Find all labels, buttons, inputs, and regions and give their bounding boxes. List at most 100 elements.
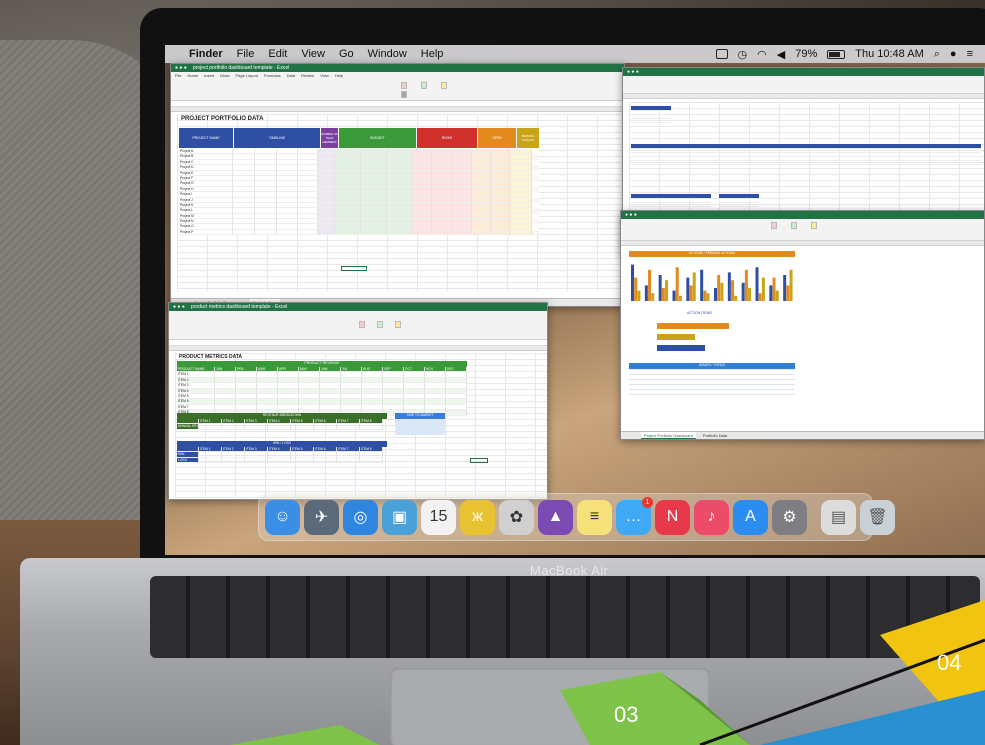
style-neutral[interactable] [441, 82, 447, 89]
value-cell[interactable] [360, 424, 383, 430]
excel-window-metrics[interactable]: ● ● ● product metrics dashboard template… [168, 302, 548, 500]
data-block[interactable] [719, 194, 759, 210]
spotlight-icon[interactable]: ⌕ [934, 48, 940, 61]
ribbon-tab-view[interactable]: View [320, 73, 329, 78]
messages-icon[interactable]: … 1 [616, 496, 653, 535]
siri-icon[interactable]: ● [950, 48, 957, 60]
style-good[interactable] [377, 321, 383, 328]
value-cell[interactable] [314, 424, 337, 430]
ribbon-tab-file[interactable]: File [175, 73, 181, 78]
excel-window-dashboard[interactable]: ● ● ● ACTIONS / PENDING ACTIONS ACTION I… [620, 210, 985, 440]
ribbon-tab-data[interactable]: Data [287, 73, 295, 78]
clock[interactable]: Thu 10:48 AM [855, 48, 924, 60]
selected-cell[interactable] [341, 266, 367, 271]
style-check-cell[interactable] [401, 91, 407, 98]
photos-icon[interactable]: ✿ [499, 499, 534, 535]
data-cell[interactable] [361, 229, 387, 236]
value-cell[interactable] [222, 424, 245, 430]
data-cell[interactable] [491, 229, 510, 236]
data-cell[interactable] [510, 229, 532, 236]
style-bad[interactable] [771, 222, 777, 229]
style-neutral[interactable] [395, 321, 401, 328]
data-cell[interactable] [387, 229, 412, 236]
value-cell[interactable] [314, 457, 337, 464]
ribbon-tab-draw[interactable]: Draw [220, 73, 229, 78]
preview-icon[interactable]: ▣ [382, 499, 417, 535]
data-cell[interactable] [298, 229, 318, 236]
trash-icon[interactable]: 🗑 [860, 499, 895, 535]
item-row[interactable]: LOSS [177, 457, 387, 464]
data-cell[interactable] [277, 229, 298, 236]
style-good[interactable] [421, 82, 427, 89]
window-controls[interactable]: ● ● ● [627, 69, 639, 75]
ribbon-tab-page-layout[interactable]: Page Layout [235, 73, 257, 78]
dashboard-canvas[interactable]: ACTIONS / PENDING ACTIONS ACTION ITEMS I… [627, 251, 797, 431]
menu-file[interactable]: File [237, 48, 255, 60]
safari-icon[interactable]: ◎ [343, 499, 378, 535]
data-cell[interactable] [412, 229, 432, 236]
value-cell[interactable] [337, 457, 360, 464]
window-titlebar[interactable]: ● ● ● project portfolio dashboard templa… [171, 64, 624, 72]
value-cell[interactable] [268, 424, 291, 430]
value-cell[interactable] [360, 457, 383, 464]
window-titlebar[interactable]: ● ● ● [621, 211, 984, 219]
window-controls[interactable]: ● ● ● [173, 304, 185, 310]
launchpad-icon[interactable]: ✈ [304, 499, 339, 535]
value-cell[interactable] [291, 424, 314, 430]
butterfly-icon[interactable]: ж [460, 499, 495, 535]
document-icon[interactable]: ▤ [821, 499, 856, 535]
news-icon[interactable]: N [655, 499, 690, 535]
revenue-cell[interactable] [446, 410, 467, 416]
affinity-icon[interactable]: ▲ [538, 499, 573, 535]
window-titlebar[interactable]: ● ● ● product metrics dashboard template… [169, 303, 547, 311]
volume-icon[interactable]: ◀ [777, 48, 785, 61]
project-row[interactable]: Project P [179, 229, 539, 236]
value-cell[interactable] [245, 424, 268, 430]
menu-view[interactable]: View [301, 48, 325, 60]
value-cell[interactable] [268, 457, 291, 464]
excel-window-portfolio[interactable]: ● ● ● project portfolio dashboard templa… [170, 63, 625, 307]
menu-go[interactable]: Go [339, 48, 354, 60]
selected-cell[interactable] [470, 458, 488, 463]
data-block[interactable] [631, 144, 981, 168]
project-name-cell[interactable]: Project P [179, 229, 233, 236]
value-cell[interactable] [199, 457, 222, 464]
worksheet[interactable]: PRODUCT METRICS DATA PRODUCT REVENUE PRO… [175, 353, 547, 498]
wifi-icon[interactable]: ◠ [757, 48, 767, 61]
window-controls[interactable]: ● ● ● [175, 65, 187, 71]
appstore-icon[interactable]: A [733, 499, 768, 535]
item-row[interactable]: ANNUAL REV [177, 424, 387, 430]
ribbon-tab-help[interactable]: Help [335, 73, 343, 78]
data-cell[interactable] [432, 229, 452, 236]
ribbon-tab-review[interactable]: Review [301, 73, 314, 78]
data-cell[interactable] [452, 229, 472, 236]
value-cell[interactable] [291, 457, 314, 464]
style-neutral[interactable] [811, 222, 817, 229]
finder-icon[interactable]: ☺ [265, 499, 300, 535]
menu-edit[interactable]: Edit [268, 48, 287, 60]
value-cell[interactable] [199, 424, 222, 430]
menu-window[interactable]: Window [368, 48, 407, 60]
window-controls[interactable]: ● ● ● [625, 212, 637, 218]
battery-percent[interactable]: 79% [795, 48, 817, 60]
value-cell[interactable] [337, 424, 360, 430]
data-cell[interactable] [472, 229, 491, 236]
value-cell[interactable] [222, 457, 245, 464]
music-icon[interactable]: ♪ [694, 499, 729, 535]
window-titlebar[interactable]: ● ● ● [623, 68, 984, 76]
menu-app-name[interactable]: Finder [189, 48, 223, 60]
ribbon-tab-formulas[interactable]: Formulas [264, 73, 281, 78]
data-cell[interactable] [255, 229, 277, 236]
style-good[interactable] [791, 222, 797, 229]
style-bad[interactable] [359, 321, 365, 328]
battery-icon[interactable] [827, 49, 846, 59]
data-cell[interactable] [318, 229, 335, 236]
style-bad[interactable] [401, 82, 407, 89]
value-cell[interactable] [245, 457, 268, 464]
tab-portfolio-data[interactable]: Portfolio Data [700, 432, 730, 439]
worksheet[interactable]: PROJECT PORTFOLIO DATA PROJECT NAME TIME… [177, 114, 624, 292]
menu-help[interactable]: Help [421, 48, 444, 60]
calendar-icon[interactable]: 15 [421, 499, 456, 535]
screen-mirror-icon[interactable] [715, 49, 728, 59]
tab-portfolio-dashboard[interactable]: Project Portfolio Dashboard [641, 432, 696, 439]
